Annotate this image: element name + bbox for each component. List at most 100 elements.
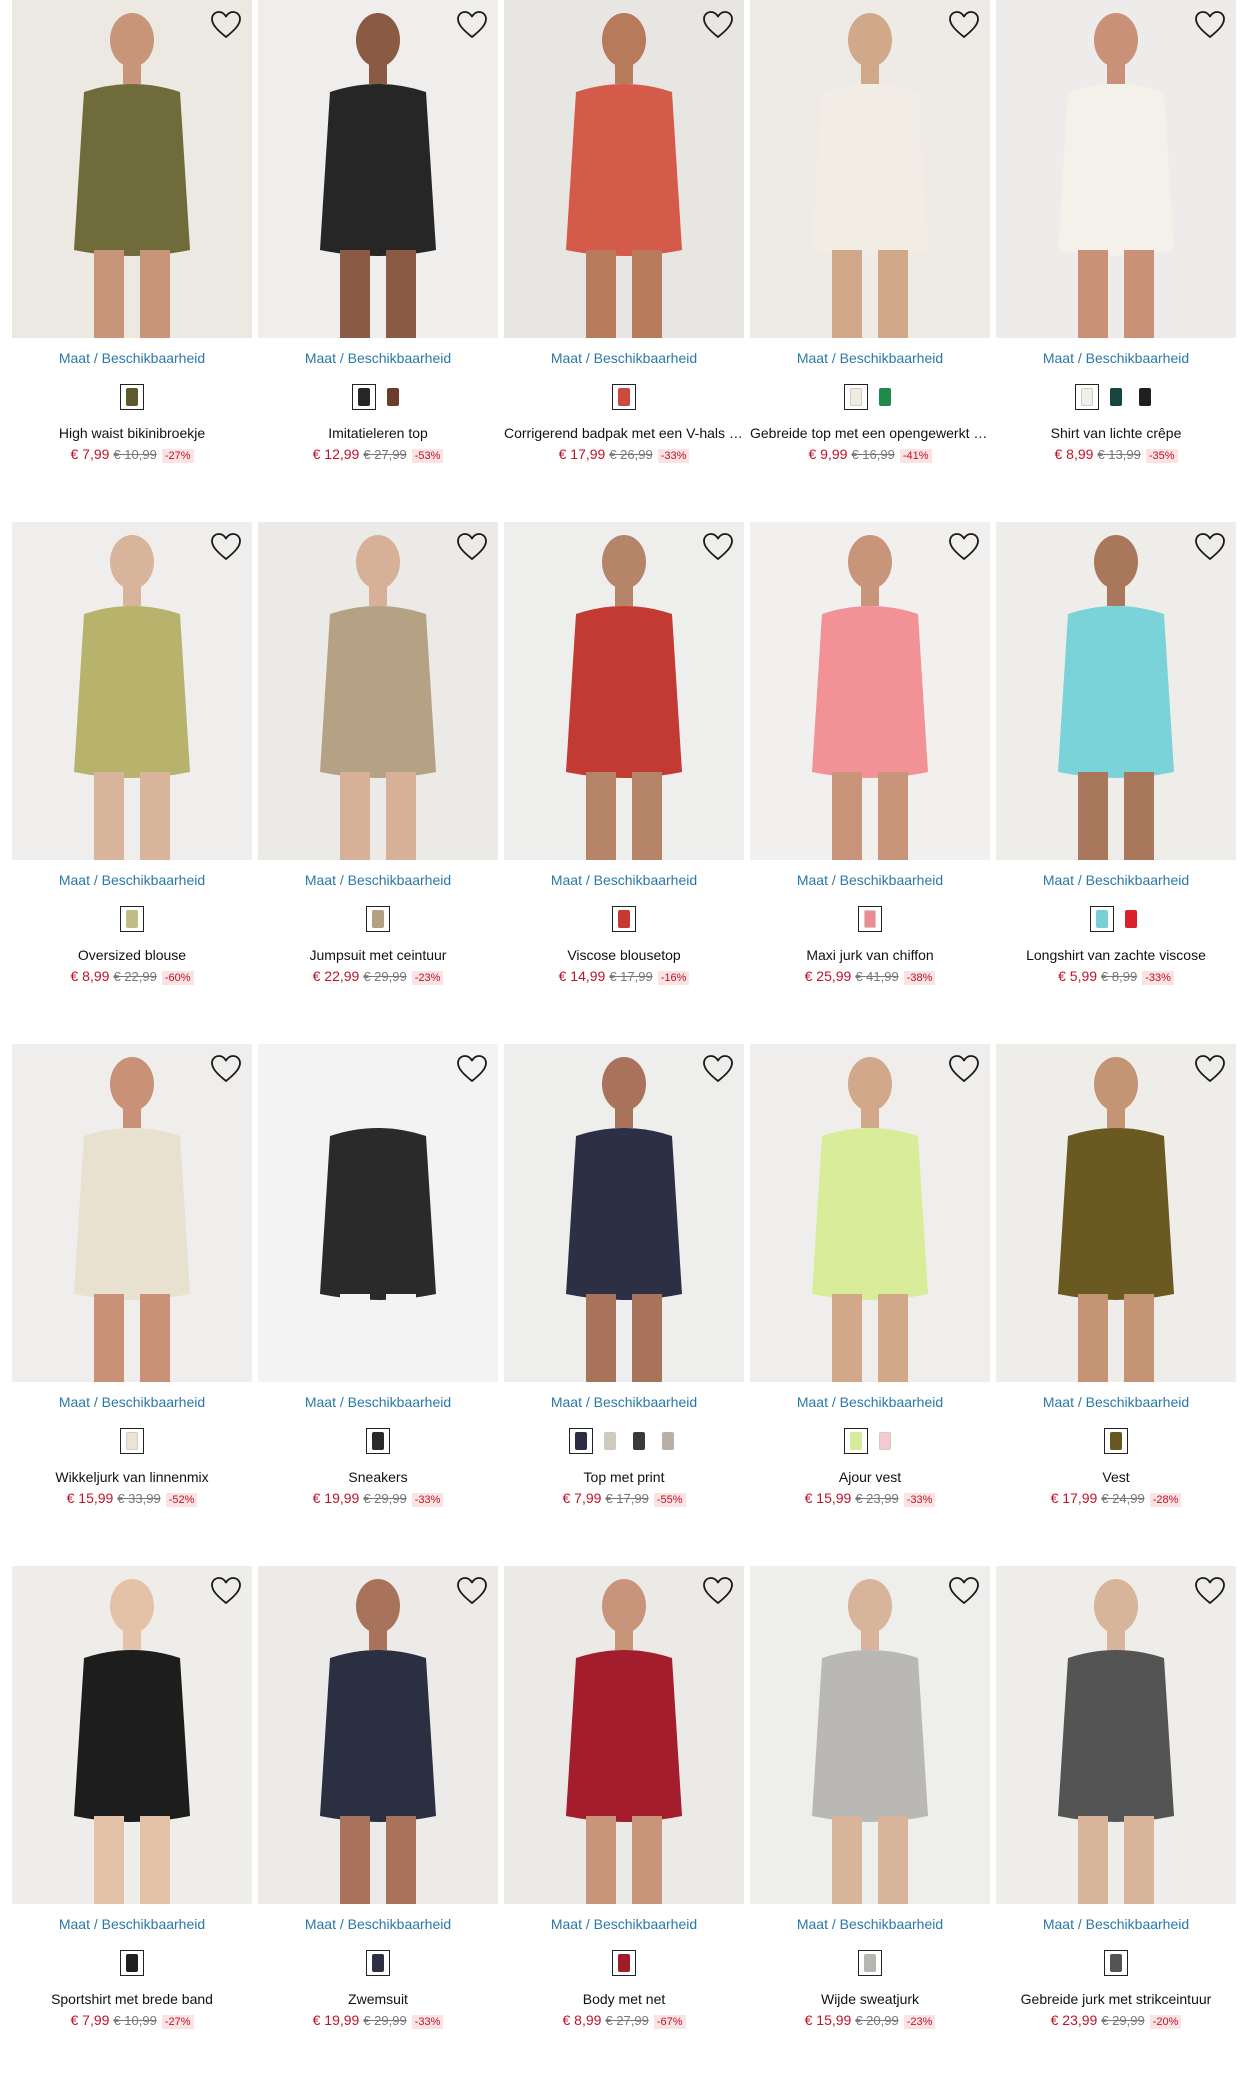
product-card[interactable]: Maat / Beschikbaarheid Imitatieleren top…: [258, 0, 498, 490]
size-availability-link[interactable]: Maat / Beschikbaarheid: [996, 350, 1236, 366]
product-image[interactable]: [12, 522, 252, 860]
size-availability-link[interactable]: Maat / Beschikbaarheid: [996, 1394, 1236, 1410]
color-swatch[interactable]: [873, 384, 897, 410]
size-availability-link[interactable]: Maat / Beschikbaarheid: [12, 350, 252, 366]
product-card[interactable]: Maat / Beschikbaarheid Gebreide top met …: [750, 0, 990, 490]
product-card[interactable]: Maat / Beschikbaarheid Sportshirt met br…: [12, 1566, 252, 2056]
color-swatch[interactable]: [381, 384, 405, 410]
product-image[interactable]: [258, 0, 498, 338]
product-image[interactable]: [12, 1566, 252, 1904]
product-name[interactable]: Gebreide jurk met strikceintuur: [996, 1991, 1236, 2007]
color-swatch[interactable]: [612, 384, 636, 410]
color-swatch[interactable]: [1133, 384, 1157, 410]
wishlist-heart-icon[interactable]: [1194, 532, 1226, 562]
product-name[interactable]: Top met print: [504, 1469, 744, 1485]
product-card[interactable]: Maat / Beschikbaarheid Top met print € 7…: [504, 1044, 744, 1534]
size-availability-link[interactable]: Maat / Beschikbaarheid: [12, 1916, 252, 1932]
product-name[interactable]: Longshirt van zachte viscose: [996, 947, 1236, 963]
product-card[interactable]: Maat / Beschikbaarheid Jumpsuit met cein…: [258, 522, 498, 1012]
size-availability-link[interactable]: Maat / Beschikbaarheid: [504, 350, 744, 366]
wishlist-heart-icon[interactable]: [456, 1576, 488, 1606]
product-name[interactable]: Body met net: [504, 1991, 744, 2007]
product-card[interactable]: Maat / Beschikbaarheid High waist bikini…: [12, 0, 252, 490]
color-swatch[interactable]: [858, 906, 882, 932]
product-card[interactable]: Maat / Beschikbaarheid Ajour vest € 15,9…: [750, 1044, 990, 1534]
wishlist-heart-icon[interactable]: [1194, 1054, 1226, 1084]
product-image[interactable]: [12, 1044, 252, 1382]
size-availability-link[interactable]: Maat / Beschikbaarheid: [504, 872, 744, 888]
color-swatch[interactable]: [843, 1428, 868, 1454]
size-availability-link[interactable]: Maat / Beschikbaarheid: [750, 872, 990, 888]
wishlist-heart-icon[interactable]: [210, 1054, 242, 1084]
wishlist-heart-icon[interactable]: [456, 532, 488, 562]
wishlist-heart-icon[interactable]: [948, 1054, 980, 1084]
size-availability-link[interactable]: Maat / Beschikbaarheid: [258, 872, 498, 888]
product-card[interactable]: Maat / Beschikbaarheid Gebreide jurk met…: [996, 1566, 1236, 2056]
product-image[interactable]: [504, 0, 744, 338]
product-image[interactable]: [504, 1566, 744, 1904]
color-swatch[interactable]: [1119, 906, 1143, 932]
color-swatch[interactable]: [1104, 1428, 1128, 1454]
product-name[interactable]: Sneakers: [258, 1469, 498, 1485]
product-name[interactable]: Imitatieleren top: [258, 425, 498, 441]
product-name[interactable]: Wikkeljurk van linnenmix: [12, 1469, 252, 1485]
product-image[interactable]: [258, 1044, 498, 1382]
wishlist-heart-icon[interactable]: [702, 10, 734, 40]
product-name[interactable]: Oversized blouse: [12, 947, 252, 963]
product-card[interactable]: Maat / Beschikbaarheid Wijde sweatjurk €…: [750, 1566, 990, 2056]
size-availability-link[interactable]: Maat / Beschikbaarheid: [996, 1916, 1236, 1932]
product-card[interactable]: Maat / Beschikbaarheid Vest € 17,99 € 24,…: [996, 1044, 1236, 1534]
product-image[interactable]: [996, 1044, 1236, 1382]
wishlist-heart-icon[interactable]: [456, 1054, 488, 1084]
color-swatch[interactable]: [873, 1428, 897, 1454]
wishlist-heart-icon[interactable]: [948, 532, 980, 562]
product-card[interactable]: Maat / Beschikbaarheid Longshirt van zac…: [996, 522, 1236, 1012]
wishlist-heart-icon[interactable]: [948, 1576, 980, 1606]
wishlist-heart-icon[interactable]: [702, 1054, 734, 1084]
wishlist-heart-icon[interactable]: [210, 532, 242, 562]
product-image[interactable]: [996, 522, 1236, 860]
product-name[interactable]: Zwemsuit: [258, 1991, 498, 2007]
product-name[interactable]: Ajour vest: [750, 1469, 990, 1485]
wishlist-heart-icon[interactable]: [210, 1576, 242, 1606]
wishlist-heart-icon[interactable]: [210, 10, 242, 40]
size-availability-link[interactable]: Maat / Beschikbaarheid: [12, 1394, 252, 1410]
product-name[interactable]: Sportshirt met brede band: [12, 1991, 252, 2007]
color-swatch[interactable]: [612, 906, 636, 932]
color-swatch[interactable]: [1089, 906, 1114, 932]
product-image[interactable]: [504, 1044, 744, 1382]
size-availability-link[interactable]: Maat / Beschikbaarheid: [750, 350, 990, 366]
wishlist-heart-icon[interactable]: [702, 532, 734, 562]
product-name[interactable]: Corrigerend badpak met een V-hals en rin…: [504, 425, 744, 441]
product-image[interactable]: [504, 522, 744, 860]
product-name[interactable]: Vest: [996, 1469, 1236, 1485]
size-availability-link[interactable]: Maat / Beschikbaarheid: [258, 350, 498, 366]
product-name[interactable]: Maxi jurk van chiffon: [750, 947, 990, 963]
product-card[interactable]: Maat / Beschikbaarheid Shirt van lichte …: [996, 0, 1236, 490]
wishlist-heart-icon[interactable]: [948, 10, 980, 40]
color-swatch[interactable]: [1075, 384, 1099, 410]
product-card[interactable]: Maat / Beschikbaarheid Zwemsuit € 19,99 €…: [258, 1566, 498, 2056]
product-name[interactable]: High waist bikinibroekje: [12, 425, 252, 441]
color-swatch[interactable]: [120, 906, 144, 932]
color-swatch[interactable]: [612, 1950, 636, 1976]
wishlist-heart-icon[interactable]: [1194, 1576, 1226, 1606]
product-card[interactable]: Maat / Beschikbaarheid Wikkeljurk van li…: [12, 1044, 252, 1534]
wishlist-heart-icon[interactable]: [702, 1576, 734, 1606]
product-image[interactable]: [996, 1566, 1236, 1904]
size-availability-link[interactable]: Maat / Beschikbaarheid: [504, 1916, 744, 1932]
product-image[interactable]: [996, 0, 1236, 338]
size-availability-link[interactable]: Maat / Beschikbaarheid: [750, 1394, 990, 1410]
product-name[interactable]: Gebreide top met een opengewerkt patroon: [750, 425, 990, 441]
wishlist-heart-icon[interactable]: [456, 10, 488, 40]
product-card[interactable]: Maat / Beschikbaarheid Body met net € 8,…: [504, 1566, 744, 2056]
color-swatch[interactable]: [858, 1950, 882, 1976]
product-name[interactable]: Jumpsuit met ceintuur: [258, 947, 498, 963]
product-image[interactable]: [750, 1044, 990, 1382]
color-swatch[interactable]: [627, 1428, 651, 1454]
size-availability-link[interactable]: Maat / Beschikbaarheid: [996, 872, 1236, 888]
product-name[interactable]: Shirt van lichte crêpe: [996, 425, 1236, 441]
color-swatch[interactable]: [366, 906, 390, 932]
color-swatch[interactable]: [366, 1428, 390, 1454]
product-image[interactable]: [750, 1566, 990, 1904]
